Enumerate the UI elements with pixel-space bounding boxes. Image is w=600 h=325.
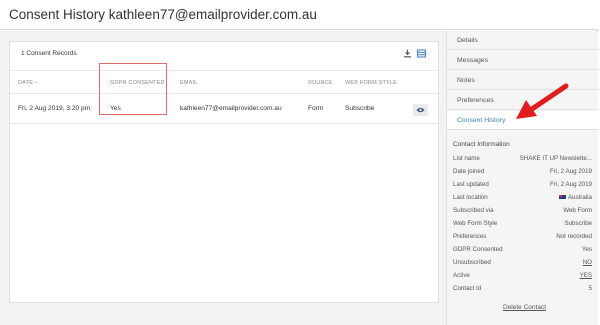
page-title: Consent History kathleen77@emailprovider…	[9, 7, 317, 22]
table-row: Fri, 2 Aug 2019, 3:20 pm Yes kathleen77@…	[10, 94, 438, 124]
nav-notes[interactable]: Notes	[447, 71, 599, 90]
nav-preferences[interactable]: Preferences	[447, 91, 599, 110]
info-row: List name SHAKE IT UP Newslette...	[453, 155, 592, 162]
cell-gdpr-consented: Yes	[110, 105, 121, 112]
column-header-email[interactable]: EMAIL	[180, 80, 198, 86]
column-header-source[interactable]: SOURCE	[308, 80, 333, 86]
main-panel: 1 Consent Records DATE – GDPR CONSENTED …	[0, 31, 446, 325]
page-header: Consent History kathleen77@emailprovider…	[0, 0, 598, 30]
nav-consent-history[interactable]: Consent History	[447, 111, 599, 130]
nav-details[interactable]: Details	[447, 31, 599, 50]
cell-web-form-style: Subscribe	[345, 105, 375, 112]
contact-info-title: Contact Information	[453, 141, 510, 148]
info-row: Date joined Fri, 2 Aug 2019	[453, 168, 592, 175]
info-row: Preferences Not recorded	[453, 233, 592, 240]
active-link[interactable]: YES	[580, 272, 592, 279]
australia-flag-icon	[558, 194, 566, 199]
delete-contact-link[interactable]: Delete Contact	[503, 304, 546, 311]
cell-date: Fri, 2 Aug 2019, 3:20 pm	[18, 105, 91, 112]
consent-records-card: 1 Consent Records DATE – GDPR CONSENTED …	[9, 41, 439, 303]
info-row: Unsubscribed NO	[453, 259, 592, 266]
unsubscribed-link[interactable]: NO	[583, 259, 592, 266]
nav-messages[interactable]: Messages	[447, 51, 599, 70]
card-header: 1 Consent Records	[10, 42, 438, 65]
cell-email: kathleen77@emailprovider.com.au	[180, 105, 282, 112]
info-row: Contact Id 5	[453, 285, 592, 292]
column-header-web-form-style[interactable]: WEB FORM STYLE	[345, 80, 397, 86]
contact-sidebar: Details Messages Notes Preferences Conse…	[446, 31, 599, 325]
records-count: 1 Consent Records	[21, 50, 77, 57]
view-record-button[interactable]	[413, 104, 428, 116]
column-header-gdpr[interactable]: GDPR CONSENTED	[110, 80, 165, 86]
info-row: GDPR Consented Yes	[453, 246, 592, 253]
info-row: Last location Australia	[453, 194, 592, 201]
info-row: Active YES	[453, 272, 592, 279]
eye-icon	[416, 107, 425, 113]
info-row: Web Form Style Subscribe	[453, 220, 592, 227]
download-icon[interactable]	[403, 49, 413, 59]
column-header-date[interactable]: DATE –	[18, 80, 38, 86]
info-row: Subscribed via Web Form	[453, 207, 592, 214]
cell-source: Form	[308, 105, 324, 112]
columns-icon[interactable]	[417, 49, 427, 59]
info-row: Last updated Fri, 2 Aug 2019	[453, 181, 592, 188]
table-header: DATE – GDPR CONSENTED EMAIL SOURCE WEB F…	[10, 70, 438, 94]
